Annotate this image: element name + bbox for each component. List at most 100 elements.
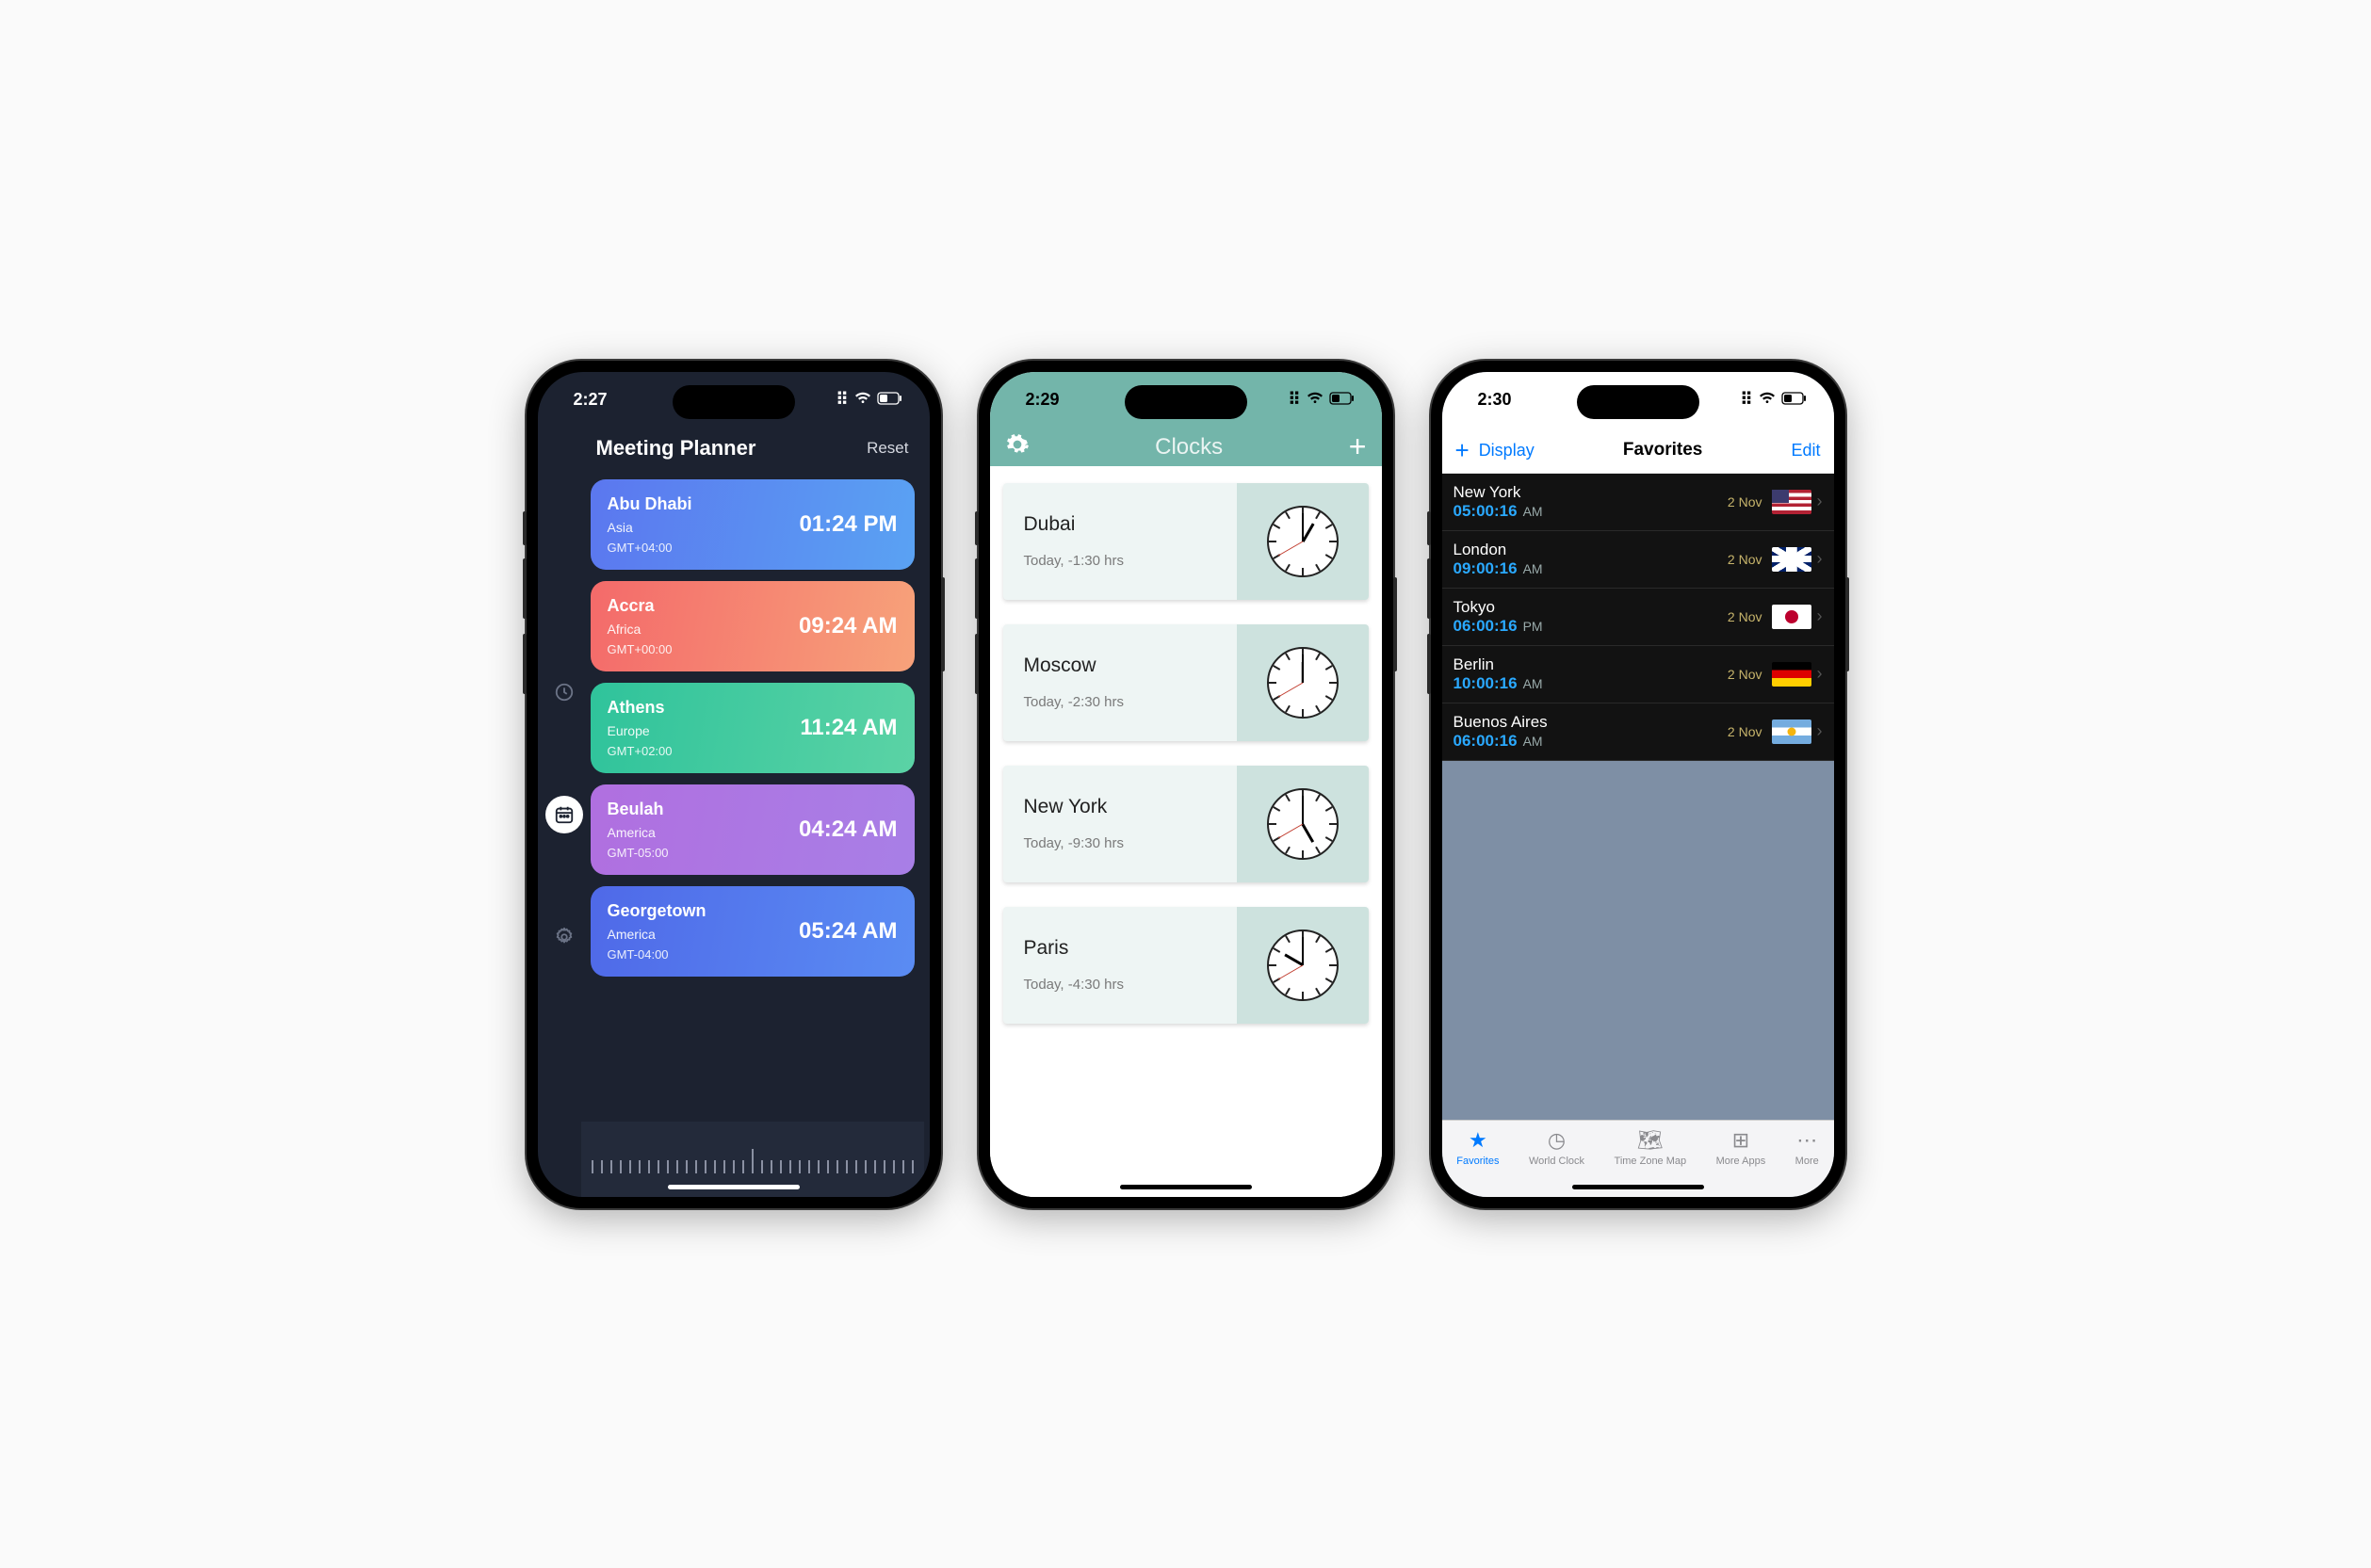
card-gmt: GMT+02:00 bbox=[608, 744, 673, 758]
row-date: 2 Nov bbox=[1728, 667, 1762, 682]
card-city: Georgetown bbox=[608, 901, 706, 921]
clock-card[interactable]: Moscow Today, -2:30 hrs bbox=[1003, 624, 1369, 741]
card-gmt: GMT-04:00 bbox=[608, 947, 706, 962]
signal-icon: ⠿ bbox=[836, 390, 848, 410]
nav-title: Favorites bbox=[1623, 440, 1702, 461]
tab-icon: ⋯ bbox=[1796, 1128, 1817, 1153]
nav-title: Clocks bbox=[1155, 434, 1223, 461]
clock-city: Moscow bbox=[1024, 655, 1216, 677]
favorite-row[interactable]: London 09:00:16 AM 2 Nov › bbox=[1442, 531, 1834, 589]
clock-offset: Today, -2:30 hrs bbox=[1024, 694, 1216, 710]
chevron-right-icon: › bbox=[1817, 549, 1823, 569]
row-date: 2 Nov bbox=[1728, 724, 1762, 739]
tab-more[interactable]: ⋯ More bbox=[1795, 1128, 1819, 1167]
row-city: London bbox=[1453, 541, 1728, 559]
home-indicator[interactable] bbox=[1572, 1185, 1704, 1189]
card-region: Asia bbox=[608, 520, 692, 535]
row-city: New York bbox=[1453, 483, 1728, 502]
tab-world-clock[interactable]: ◷ World Clock bbox=[1529, 1128, 1584, 1167]
row-time: 05:00:16 bbox=[1453, 502, 1518, 521]
flag-icon bbox=[1772, 719, 1811, 744]
reset-button[interactable]: Reset bbox=[867, 439, 908, 458]
dynamic-island bbox=[1577, 385, 1699, 419]
signal-icon: ⠿ bbox=[1288, 390, 1300, 410]
tab-label: More bbox=[1795, 1156, 1819, 1167]
card-region: America bbox=[608, 825, 669, 840]
analog-clock-icon bbox=[1267, 647, 1339, 719]
card-city: Athens bbox=[608, 698, 673, 718]
home-indicator[interactable] bbox=[1120, 1185, 1252, 1189]
meeting-card[interactable]: Athens Europe GMT+02:00 11:24 AM bbox=[591, 683, 915, 773]
card-gmt: GMT+04:00 bbox=[608, 541, 692, 555]
chevron-right-icon: › bbox=[1817, 492, 1823, 511]
meeting-card[interactable]: Abu Dhabi Asia GMT+04:00 01:24 PM bbox=[591, 479, 915, 570]
flag-icon bbox=[1772, 605, 1811, 629]
card-time: 11:24 AM bbox=[800, 715, 897, 741]
clock-city: Paris bbox=[1024, 937, 1216, 960]
row-city: Buenos Aires bbox=[1453, 713, 1728, 732]
card-time: 05:24 AM bbox=[799, 918, 897, 945]
status-time: 2:27 bbox=[574, 390, 608, 410]
status-icons: ⠿ bbox=[836, 390, 902, 410]
chevron-right-icon: › bbox=[1817, 606, 1823, 626]
battery-icon bbox=[1329, 390, 1356, 410]
status-time: 2:30 bbox=[1478, 390, 1512, 410]
clock-offset: Today, -1:30 hrs bbox=[1024, 553, 1216, 569]
favorite-row[interactable]: Tokyo 06:00:16 PM 2 Nov › bbox=[1442, 589, 1834, 646]
meeting-card[interactable]: Accra Africa GMT+00:00 09:24 AM bbox=[591, 581, 915, 671]
clock-card[interactable]: New York Today, -9:30 hrs bbox=[1003, 766, 1369, 882]
favorite-row[interactable]: Buenos Aires 06:00:16 AM 2 Nov › bbox=[1442, 703, 1834, 761]
phone-clocks: 2:29 ⠿ Clocks + Dubai Today, -1:30 hrs bbox=[979, 361, 1393, 1208]
settings-gear-icon[interactable] bbox=[1005, 432, 1030, 461]
tab-label: Favorites bbox=[1456, 1156, 1499, 1167]
tab-favorites[interactable]: ★ Favorites bbox=[1456, 1128, 1499, 1167]
status-time: 2:29 bbox=[1026, 390, 1060, 410]
card-time: 01:24 PM bbox=[799, 511, 897, 538]
phone-meeting-planner: 2:27 ⠿ bbox=[527, 361, 941, 1208]
analog-clock-icon bbox=[1267, 788, 1339, 860]
status-icons: ⠿ bbox=[1740, 390, 1807, 410]
dynamic-island bbox=[673, 385, 795, 419]
row-ampm: AM bbox=[1523, 676, 1543, 691]
tab-label: World Clock bbox=[1529, 1156, 1584, 1167]
dynamic-island bbox=[1125, 385, 1247, 419]
page-title: Meeting Planner bbox=[596, 436, 756, 461]
meeting-card[interactable]: Georgetown America GMT-04:00 05:24 AM bbox=[591, 886, 915, 977]
home-indicator[interactable] bbox=[668, 1185, 800, 1189]
tab-icon: ◷ bbox=[1548, 1128, 1566, 1153]
add-button[interactable]: + bbox=[1349, 429, 1367, 464]
navbar: + Display Favorites Edit bbox=[1442, 428, 1834, 474]
clock-offset: Today, -9:30 hrs bbox=[1024, 835, 1216, 851]
tab-more-apps[interactable]: ⊞ More Apps bbox=[1716, 1128, 1766, 1167]
favorite-row[interactable]: New York 05:00:16 AM 2 Nov › bbox=[1442, 474, 1834, 531]
row-date: 2 Nov bbox=[1728, 609, 1762, 624]
tab-time-zone-map[interactable]: 🗺 Time Zone Map bbox=[1615, 1128, 1687, 1167]
analog-clock-icon bbox=[1267, 506, 1339, 577]
row-date: 2 Nov bbox=[1728, 494, 1762, 509]
card-gmt: GMT-05:00 bbox=[608, 846, 669, 860]
row-ampm: PM bbox=[1523, 619, 1543, 634]
sidebar-clock-icon[interactable] bbox=[545, 673, 583, 711]
card-city: Abu Dhabi bbox=[608, 494, 692, 514]
card-city: Beulah bbox=[608, 800, 669, 819]
clock-card[interactable]: Paris Today, -4:30 hrs bbox=[1003, 907, 1369, 1024]
sidebar-calendar-icon[interactable] bbox=[545, 796, 583, 833]
favorite-row[interactable]: Berlin 10:00:16 AM 2 Nov › bbox=[1442, 646, 1834, 703]
sidebar-gear-icon[interactable] bbox=[545, 918, 583, 956]
flag-icon bbox=[1772, 662, 1811, 687]
row-time: 06:00:16 bbox=[1453, 732, 1518, 751]
card-city: Accra bbox=[608, 596, 673, 616]
card-time: 09:24 AM bbox=[799, 613, 897, 639]
meeting-card[interactable]: Beulah America GMT-05:00 04:24 AM bbox=[591, 784, 915, 875]
phone-favorites: 2:30 ⠿ + Display Favorites Edit New York bbox=[1431, 361, 1845, 1208]
row-time: 10:00:16 bbox=[1453, 674, 1518, 693]
analog-clock-icon bbox=[1267, 929, 1339, 1001]
clock-card[interactable]: Dubai Today, -1:30 hrs bbox=[1003, 483, 1369, 600]
tab-icon: ★ bbox=[1469, 1128, 1487, 1153]
display-button[interactable]: Display bbox=[1479, 441, 1535, 461]
add-favorite-button[interactable]: + bbox=[1455, 436, 1470, 465]
battery-icon bbox=[1781, 390, 1808, 410]
clock-offset: Today, -4:30 hrs bbox=[1024, 977, 1216, 993]
edit-button[interactable]: Edit bbox=[1791, 441, 1820, 461]
clock-city: Dubai bbox=[1024, 513, 1216, 536]
